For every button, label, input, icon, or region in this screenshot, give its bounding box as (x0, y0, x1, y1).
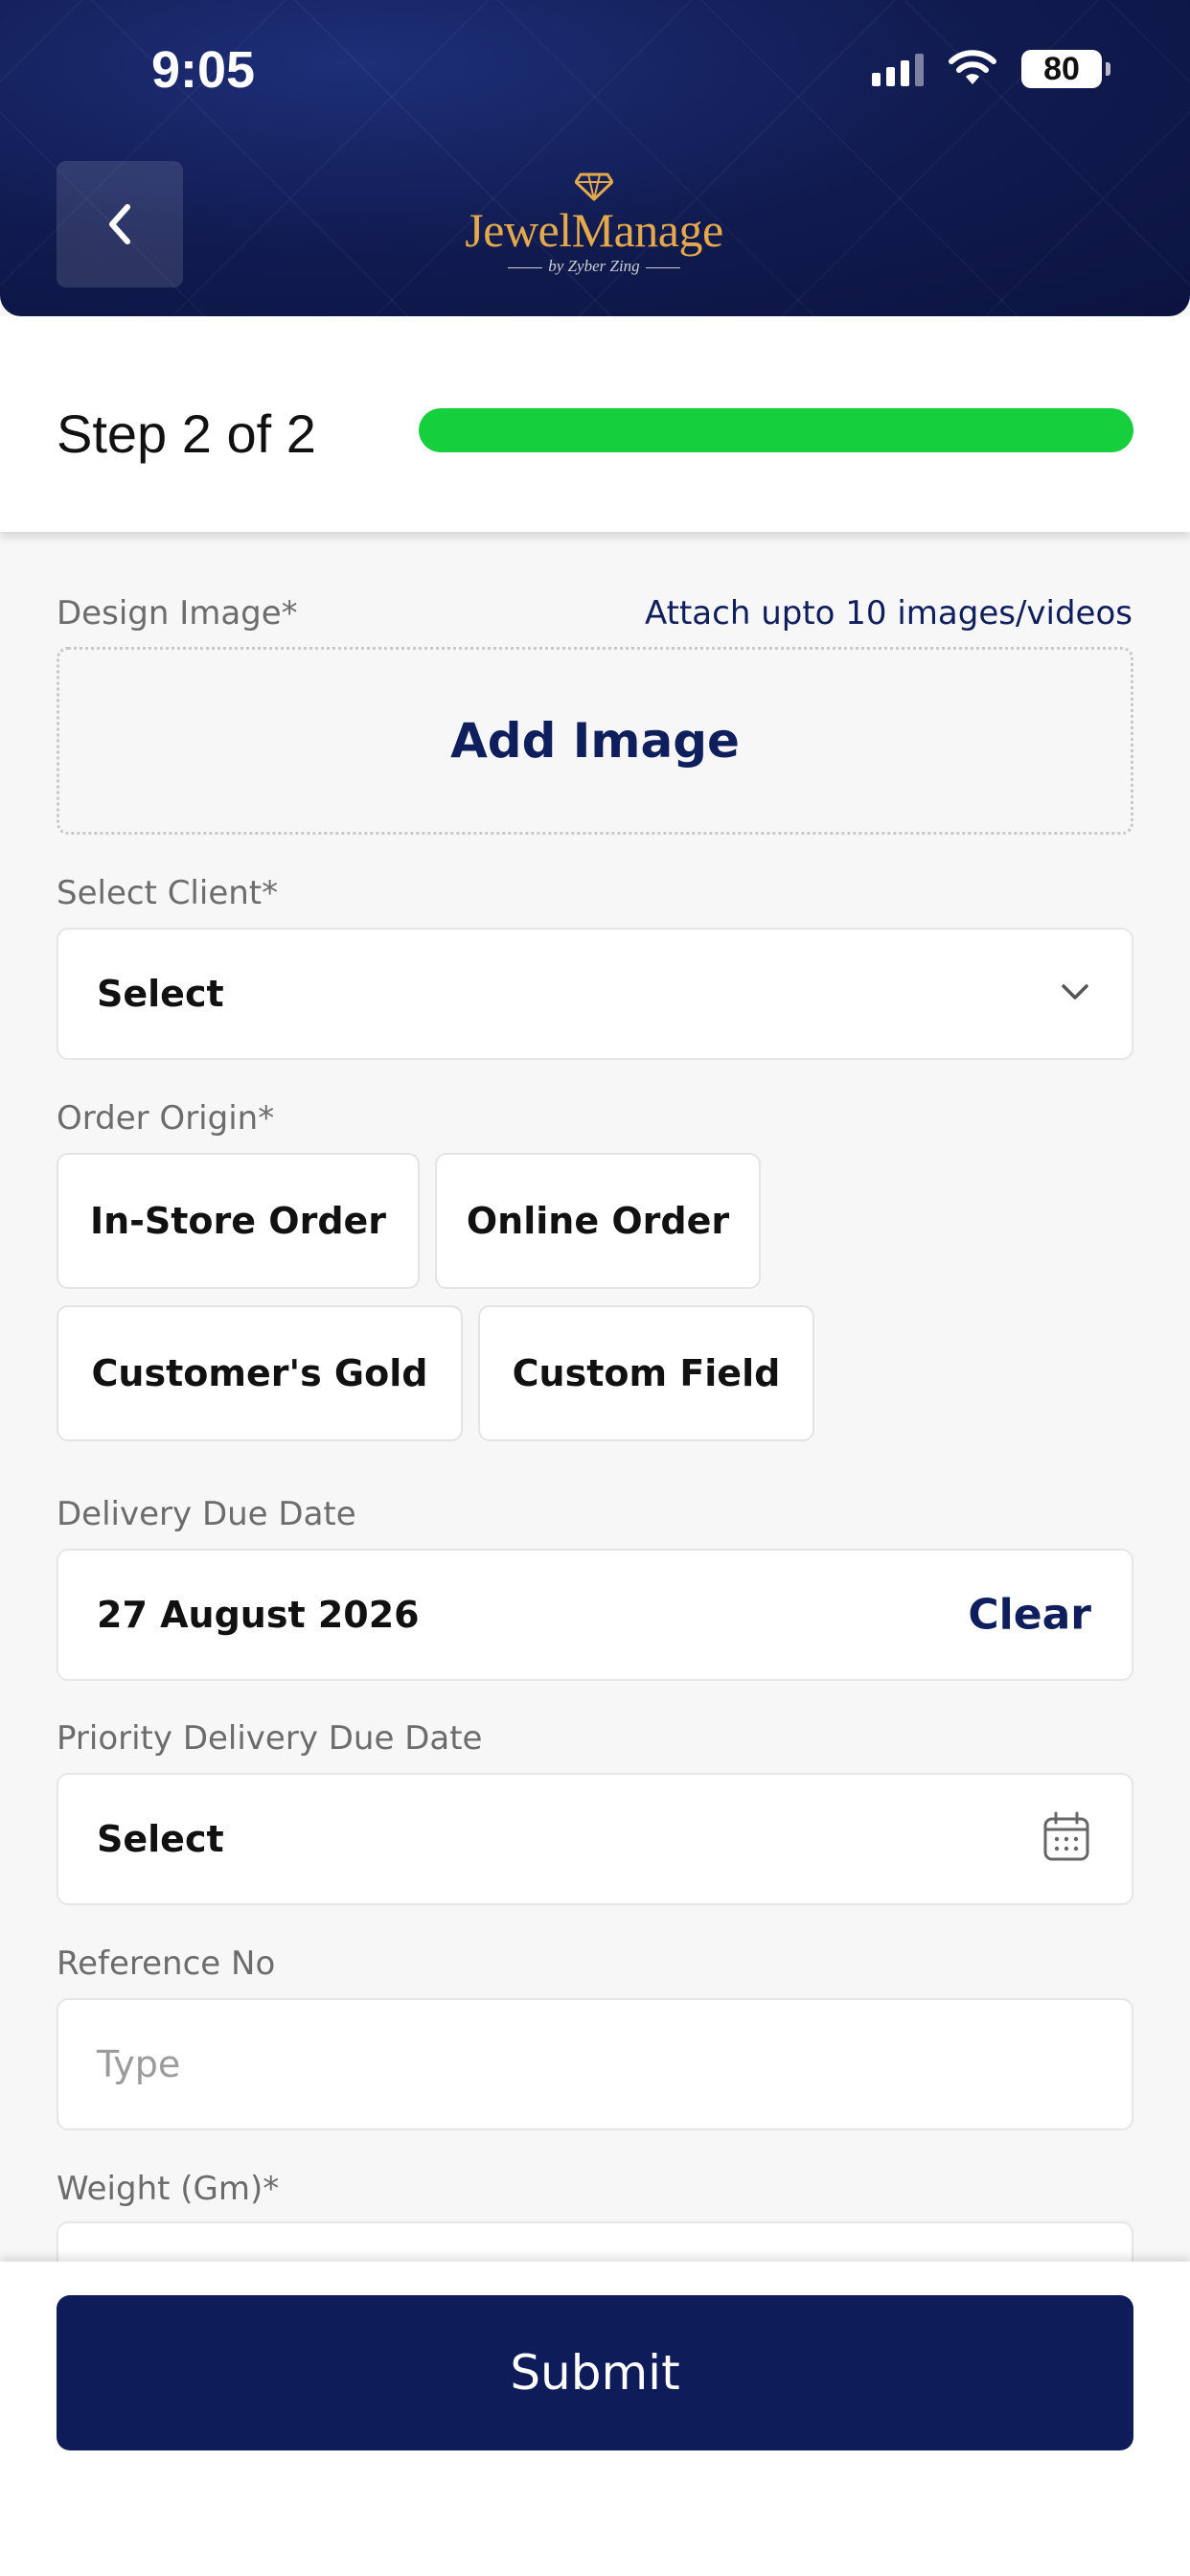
order-origin-label: Order Origin* (57, 1099, 275, 1138)
calendar-icon[interactable] (1041, 1810, 1091, 1868)
priority-date-value: Select (97, 1818, 224, 1860)
reference-no-placeholder: Type (97, 2043, 181, 2085)
back-chevron-icon (109, 204, 130, 244)
origin-in-store-order[interactable]: In-Store Order (57, 1153, 420, 1289)
battery-icon: 80 (1021, 50, 1110, 88)
chevron-down-icon (1059, 981, 1091, 1006)
add-image-label: Add Image (450, 713, 740, 769)
diamond-icon (575, 172, 613, 201)
attach-hint: Attach upto 10 images/videos (644, 594, 1133, 632)
submit-button[interactable]: Submit (57, 2295, 1133, 2450)
status-icons: 80 (872, 50, 1110, 88)
clear-date-button[interactable]: Clear (968, 1591, 1091, 1640)
step-bar: Step 2 of 2 (0, 316, 1190, 532)
wifi-icon (947, 50, 998, 88)
delivery-due-date-label: Delivery Due Date (57, 1495, 356, 1533)
status-time: 9:05 (151, 41, 256, 99)
add-image-dropzone[interactable]: Add Image (57, 647, 1133, 835)
client-select-value: Select (97, 973, 224, 1015)
priority-delivery-due-date-label: Priority Delivery Due Date (57, 1719, 483, 1758)
design-image-label: Design Image* (57, 594, 298, 632)
reference-no-label: Reference No (57, 1944, 276, 1983)
priority-delivery-due-date-field[interactable]: Select (57, 1773, 1133, 1905)
origin-custom-field[interactable]: Custom Field (478, 1305, 814, 1441)
step-label: Step 2 of 2 (57, 403, 316, 464)
delivery-due-date-value: 27 August 2026 (97, 1594, 420, 1636)
origin-online-order[interactable]: Online Order (435, 1153, 761, 1289)
battery-level: 80 (1043, 50, 1080, 87)
delivery-due-date-field[interactable]: 27 August 2026 Clear (57, 1549, 1133, 1681)
weight-label: Weight (Gm)* (57, 2170, 280, 2208)
logo-subtext: by Zyber Zing (450, 257, 738, 276)
progress-fill (419, 408, 1133, 452)
app-header: 9:05 80 JewelManage by Zyber Zing (0, 0, 1190, 316)
step-progress-bar (419, 408, 1133, 452)
app-logo: JewelManage by Zyber Zing (450, 172, 738, 288)
logo-text: JewelManage (465, 203, 723, 257)
reference-no-input[interactable]: Type (57, 1998, 1133, 2130)
bottom-bar: Submit (0, 2262, 1190, 2576)
client-select[interactable]: Select (57, 928, 1133, 1060)
signal-icon (872, 52, 924, 86)
select-client-label: Select Client* (57, 874, 279, 912)
origin-customers-gold[interactable]: Customer's Gold (57, 1305, 463, 1441)
back-button[interactable] (57, 161, 183, 288)
